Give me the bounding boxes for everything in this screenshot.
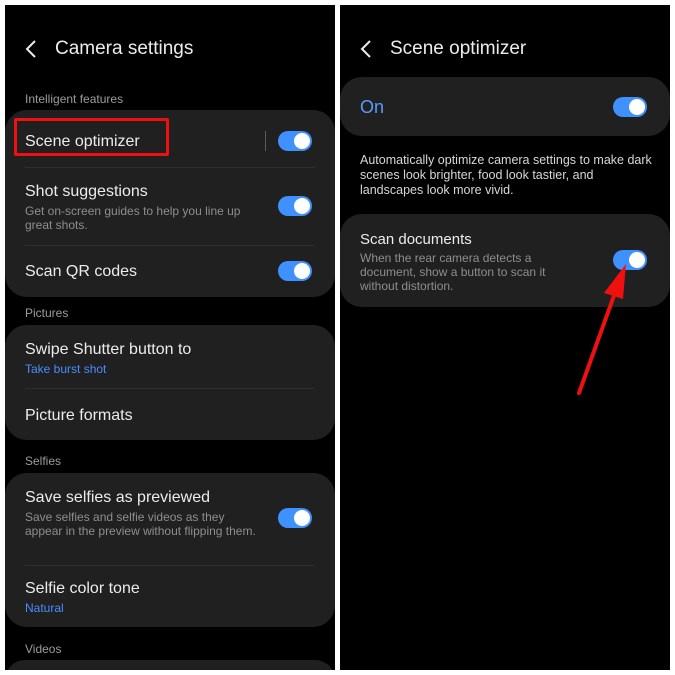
scan-documents-label: Scan documents (360, 231, 472, 248)
scan-documents-card: Scan documents When the rear camera dete… (340, 214, 670, 307)
picture-formats-row[interactable]: Picture formats (5, 389, 335, 440)
shot-suggestions-label: Shot suggestions (25, 183, 148, 200)
scan-qr-codes-row[interactable]: Scan QR codes (5, 246, 335, 297)
scan-documents-description: When the rear camera detects a document,… (360, 251, 546, 293)
scene-optimizer-screen: Scene optimizer On Automatically optimiz… (340, 5, 670, 670)
selfie-color-tone-value: Natural (25, 601, 64, 615)
section-label-selfies: Selfies (25, 454, 62, 468)
videos-card (5, 660, 335, 670)
toggle-knob (294, 263, 310, 279)
picture-formats-label: Picture formats (25, 407, 133, 424)
scan-documents-toggle[interactable] (613, 250, 647, 270)
scan-qr-codes-label: Scan QR codes (25, 263, 138, 280)
save-selfies-description: Save selfies and selfie videos as they a… (25, 510, 256, 538)
vertical-separator (265, 131, 266, 151)
section-label-videos: Videos (25, 642, 62, 656)
chevron-left-icon[interactable] (22, 39, 42, 59)
toggle-knob (629, 252, 645, 268)
toggle-knob (294, 133, 310, 149)
selfies-card: Save selfies as previewed Save selfies a… (5, 473, 335, 627)
shot-suggestions-toggle[interactable] (278, 196, 312, 216)
scene-optimizer-toggle[interactable] (278, 131, 312, 151)
chevron-left-icon[interactable] (357, 39, 377, 59)
swipe-shutter-row[interactable]: Swipe Shutter button to Take burst shot (5, 325, 335, 388)
master-switch-label: On (360, 97, 385, 117)
scan-documents-row[interactable]: Scan documents When the rear camera dete… (340, 214, 670, 307)
page-title: Scene optimizer (390, 38, 527, 59)
selfie-color-tone-row[interactable]: Selfie color tone Natural (5, 566, 335, 627)
section-label-intelligent-features: Intelligent features (25, 92, 124, 106)
highlight-box-annotation (14, 118, 169, 156)
master-switch-card[interactable]: On (340, 77, 670, 136)
feature-description: Automatically optimize camera settings t… (360, 153, 652, 197)
selfie-color-tone-label: Selfie color tone (25, 580, 140, 597)
camera-settings-screen: Camera settings Intelligent features Sce… (5, 5, 335, 670)
swipe-shutter-label: Swipe Shutter button to (25, 341, 192, 358)
scan-qr-codes-toggle[interactable] (278, 261, 312, 281)
section-label-pictures: Pictures (25, 306, 69, 320)
toggle-knob (294, 198, 310, 214)
shot-suggestions-description: Get on-screen guides to help you line up… (25, 204, 241, 232)
master-toggle[interactable] (613, 97, 647, 117)
save-selfies-row[interactable]: Save selfies as previewed Save selfies a… (5, 473, 335, 565)
header: Camera settings (5, 30, 335, 70)
save-selfies-label: Save selfies as previewed (25, 489, 210, 506)
swipe-shutter-value: Take burst shot (25, 362, 107, 376)
toggle-knob (294, 510, 310, 526)
pictures-card: Swipe Shutter button to Take burst shot … (5, 325, 335, 440)
header: Scene optimizer (340, 30, 670, 70)
page-title: Camera settings (55, 38, 194, 59)
save-selfies-toggle[interactable] (278, 508, 312, 528)
toggle-knob (629, 99, 645, 115)
shot-suggestions-row[interactable]: Shot suggestions Get on-screen guides to… (5, 168, 335, 245)
